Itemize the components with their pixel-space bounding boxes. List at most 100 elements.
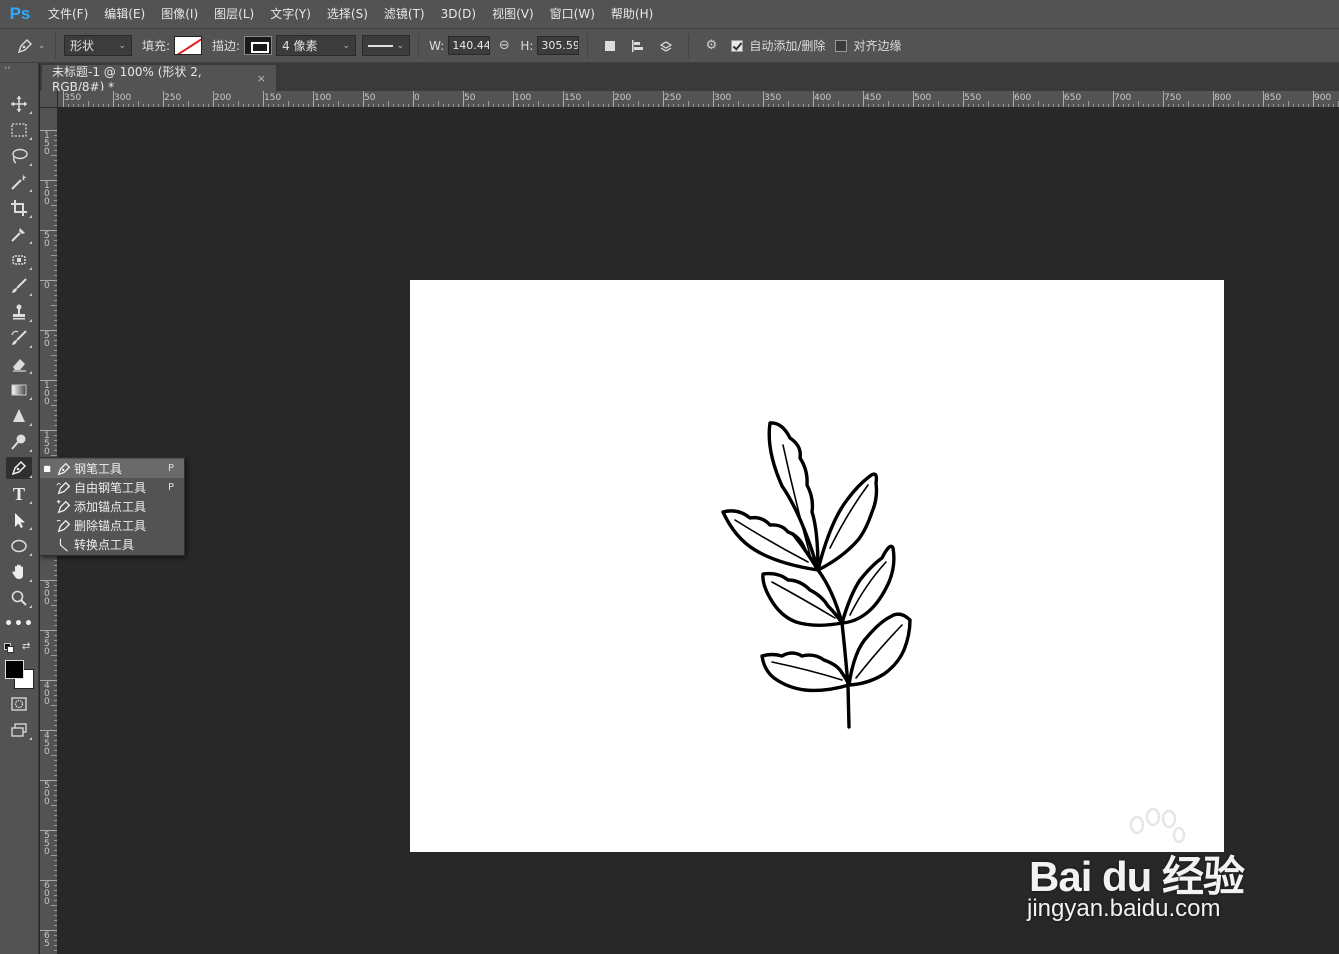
flyout-item-delete-anchor-tool[interactable]: 删除锚点工具 bbox=[40, 516, 184, 535]
eraser-tool[interactable] bbox=[6, 353, 32, 375]
ruler-h-minor-tick bbox=[1028, 104, 1029, 107]
menu-edit[interactable]: 编辑(E) bbox=[96, 0, 153, 28]
ruler-h-minor-tick bbox=[533, 104, 534, 107]
swap-colors-icon[interactable]: ⇄ bbox=[22, 641, 30, 652]
ruler-h-minor-tick bbox=[568, 104, 569, 107]
zoom-tool[interactable] bbox=[6, 587, 32, 609]
foreground-color-swatch[interactable] bbox=[5, 660, 24, 679]
path-alignment-icon[interactable] bbox=[627, 35, 649, 57]
ruler-h-minor-tick bbox=[258, 104, 259, 107]
ellipse-tool[interactable] bbox=[6, 535, 32, 557]
fill-swatch[interactable] bbox=[174, 36, 203, 55]
ruler-v-minor-tick bbox=[54, 160, 57, 161]
document-tab[interactable]: 未标题-1 @ 100% (形状 2, RGB/8#) * × bbox=[42, 65, 276, 94]
menu-file[interactable]: 文件(F) bbox=[40, 0, 96, 28]
align-edges-checkbox[interactable] bbox=[835, 39, 848, 52]
screen-mode-button[interactable] bbox=[6, 719, 32, 741]
ruler-h-minor-tick bbox=[148, 104, 149, 107]
ruler-h-minor-tick bbox=[1083, 104, 1084, 107]
ruler-v-minor-tick bbox=[54, 275, 57, 276]
path-arrangement-icon[interactable] bbox=[655, 35, 677, 57]
ruler-h-minor-tick bbox=[473, 104, 474, 107]
menu-filter[interactable]: 滤镜(T) bbox=[376, 0, 433, 28]
close-icon[interactable]: × bbox=[257, 72, 266, 85]
menu-3d[interactable]: 3D(D) bbox=[433, 0, 484, 28]
mode-select[interactable]: 形状 ⌄ bbox=[64, 35, 132, 56]
auto-add-delete-checkbox[interactable] bbox=[731, 39, 744, 52]
link-icon[interactable]: ⊖ bbox=[493, 35, 515, 57]
ruler-v-minor-tick bbox=[54, 185, 57, 186]
type-tool[interactable]: T bbox=[6, 483, 32, 505]
path-selection-tool[interactable] bbox=[6, 509, 32, 531]
ruler-h-minor-tick bbox=[1188, 101, 1189, 107]
ruler-v-minor-tick bbox=[54, 135, 57, 136]
ruler-h-label: 850 bbox=[1264, 93, 1282, 103]
ruler-h-tick bbox=[813, 91, 814, 107]
stroke-type-select[interactable]: ⌄ bbox=[362, 35, 411, 56]
dodge-tool[interactable] bbox=[6, 431, 32, 453]
history-brush-tool[interactable] bbox=[6, 327, 32, 349]
quick-mask-button[interactable] bbox=[6, 693, 32, 715]
flyout-item-pen-tool[interactable]: ■ 钢笔工具 P bbox=[40, 459, 184, 478]
move-icon bbox=[11, 96, 27, 112]
ruler-h-minor-tick bbox=[1208, 104, 1209, 107]
ruler-h-label: 350 bbox=[64, 93, 82, 103]
ruler-h-minor-tick bbox=[453, 104, 454, 107]
document-canvas[interactable] bbox=[410, 280, 1224, 852]
ruler-origin[interactable] bbox=[40, 91, 58, 108]
menu-type[interactable]: 文字(Y) bbox=[262, 0, 319, 28]
flyout-item-freeform-pen-tool[interactable]: 自由钢笔工具 P bbox=[40, 478, 184, 497]
ruler-h-minor-tick bbox=[758, 104, 759, 107]
path-operations-icon[interactable] bbox=[599, 35, 621, 57]
menu-help[interactable]: 帮助(H) bbox=[603, 0, 661, 28]
crop-tool[interactable] bbox=[6, 197, 32, 219]
ruler-v-tick bbox=[40, 780, 57, 781]
ruler-h-minor-tick bbox=[423, 104, 424, 107]
ruler-v-minor-tick bbox=[54, 875, 57, 876]
screen-mode-icon bbox=[11, 723, 27, 737]
ruler-v-tick bbox=[40, 680, 57, 681]
quick-selection-tool[interactable] bbox=[6, 171, 32, 193]
width-field[interactable]: 140.44 | bbox=[448, 36, 491, 55]
ruler-h-tick bbox=[213, 91, 214, 107]
chevron-down-icon: ⌄ bbox=[342, 40, 351, 51]
menu-image[interactable]: 图像(I) bbox=[153, 0, 206, 28]
divider bbox=[587, 33, 589, 58]
eyedropper-tool[interactable] bbox=[6, 223, 32, 245]
horizontal-ruler[interactable]: 350 300 250 200 150 100 50 0 50 100 150 200 250 300 35… bbox=[58, 91, 1339, 108]
healing-brush-tool[interactable] bbox=[6, 249, 32, 271]
move-tool[interactable] bbox=[6, 93, 32, 115]
flyout-item-convert-point-tool[interactable]: 转换点工具 bbox=[40, 535, 184, 554]
ruler-h-minor-tick bbox=[783, 104, 784, 107]
clone-stamp-tool[interactable] bbox=[6, 301, 32, 323]
ruler-v-minor-tick bbox=[54, 370, 57, 371]
ruler-h-minor-tick bbox=[1268, 104, 1269, 107]
width-label: W: bbox=[429, 38, 445, 53]
ruler-v-tick bbox=[40, 280, 57, 281]
lasso-tool[interactable] bbox=[6, 145, 32, 167]
height-field[interactable]: 305.59 | bbox=[537, 36, 580, 55]
stroke-width-select[interactable]: 4 像素 ⌄ bbox=[276, 35, 357, 56]
menu-select[interactable]: 选择(S) bbox=[319, 0, 376, 28]
brush-tool[interactable] bbox=[6, 275, 32, 297]
menu-window[interactable]: 窗口(W) bbox=[542, 0, 603, 28]
gear-icon[interactable]: ⚙ bbox=[700, 35, 722, 57]
gradient-tool[interactable] bbox=[6, 379, 32, 401]
mode-value: 形状 bbox=[70, 39, 95, 53]
hand-tool[interactable] bbox=[6, 561, 32, 583]
marquee-tool[interactable] bbox=[6, 119, 32, 141]
menu-layer[interactable]: 图层(L) bbox=[206, 0, 262, 28]
stroke-swatch[interactable] bbox=[244, 36, 273, 55]
panel-collapse-icon[interactable]: ›› bbox=[0, 63, 38, 73]
menu-view[interactable]: 视图(V) bbox=[484, 0, 542, 28]
flyout-item-add-anchor-tool[interactable]: 添加锚点工具 bbox=[40, 497, 184, 516]
default-colors-icon[interactable] bbox=[4, 643, 14, 653]
ruler-h-minor-tick bbox=[858, 104, 859, 107]
tool-preset-picker[interactable]: ⌄ bbox=[6, 32, 56, 59]
blur-tool[interactable] bbox=[6, 405, 32, 427]
ruler-h-minor-tick bbox=[503, 104, 504, 107]
pen-tool[interactable] bbox=[6, 457, 32, 479]
edit-toolbar-button[interactable]: ••• bbox=[4, 613, 33, 635]
ruler-h-minor-tick bbox=[103, 104, 104, 107]
ruler-v-minor-tick bbox=[51, 805, 57, 806]
